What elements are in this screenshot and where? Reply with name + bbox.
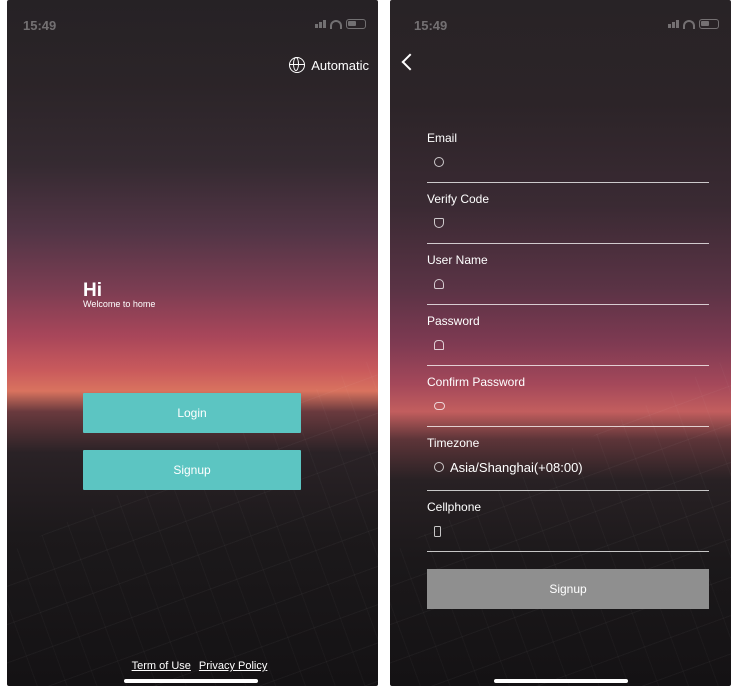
password-field[interactable]: Password — [427, 314, 709, 366]
wifi-icon — [683, 19, 695, 29]
privacy-policy-link[interactable]: Privacy Policy — [199, 660, 267, 672]
status-icons — [668, 19, 719, 29]
status-icons — [315, 19, 366, 29]
shield-icon — [434, 218, 444, 228]
signup-button[interactable]: Signup — [83, 450, 301, 490]
footer-links: Term of Use Privacy Policy — [7, 660, 378, 672]
field-underline — [427, 243, 709, 244]
signup-screen: 15:49 Email Verify Code User Name Passwo… — [390, 0, 731, 686]
battery-icon — [346, 19, 366, 29]
field-underline — [427, 365, 709, 366]
username-label: User Name — [427, 253, 488, 267]
timezone-label: Timezone — [427, 436, 480, 450]
home-indicator — [124, 679, 258, 683]
phone-icon — [434, 525, 441, 537]
confirm-password-label: Confirm Password — [427, 375, 526, 389]
language-label: Automatic — [311, 57, 369, 73]
login-screen: 15:49 Automatic Hi Welcome to home Login… — [7, 0, 378, 686]
signal-icon — [315, 20, 326, 28]
verify-code-label: Verify Code — [427, 192, 490, 206]
field-underline — [427, 426, 709, 427]
status-time: 15:49 — [23, 18, 57, 33]
field-underline — [427, 490, 709, 491]
wifi-icon — [330, 19, 342, 29]
signal-icon — [668, 20, 679, 28]
status-time: 15:49 — [414, 18, 448, 33]
email-field[interactable]: Email — [427, 131, 709, 183]
battery-icon — [699, 19, 719, 29]
field-underline — [427, 304, 709, 305]
cellphone-field[interactable]: Cellphone — [427, 500, 709, 552]
clock-icon — [434, 462, 444, 472]
user-icon — [434, 279, 444, 289]
cellphone-label: Cellphone — [427, 500, 482, 514]
welcome-subtitle: Welcome to home — [83, 299, 156, 309]
confirm-password-field[interactable]: Confirm Password — [427, 375, 709, 427]
email-label: Email — [427, 131, 458, 145]
language-selector[interactable]: Automatic — [289, 57, 369, 73]
field-underline — [427, 551, 709, 552]
timezone-field[interactable]: Timezone Asia/Shanghai(+08:00) — [427, 436, 709, 491]
signup-submit-button[interactable]: Signup — [427, 569, 709, 609]
timezone-value[interactable]: Asia/Shanghai(+08:00) — [450, 460, 583, 475]
at-icon — [434, 157, 444, 167]
home-indicator — [494, 679, 628, 683]
lock-icon — [434, 340, 444, 350]
password-label: Password — [427, 314, 480, 328]
field-underline — [427, 182, 709, 183]
verify-code-field[interactable]: Verify Code — [427, 192, 709, 244]
eye-icon — [434, 402, 445, 410]
login-button[interactable]: Login — [83, 393, 301, 433]
username-field[interactable]: User Name — [427, 253, 709, 305]
terms-of-use-link[interactable]: Term of Use — [132, 660, 191, 672]
globe-icon — [289, 57, 306, 73]
